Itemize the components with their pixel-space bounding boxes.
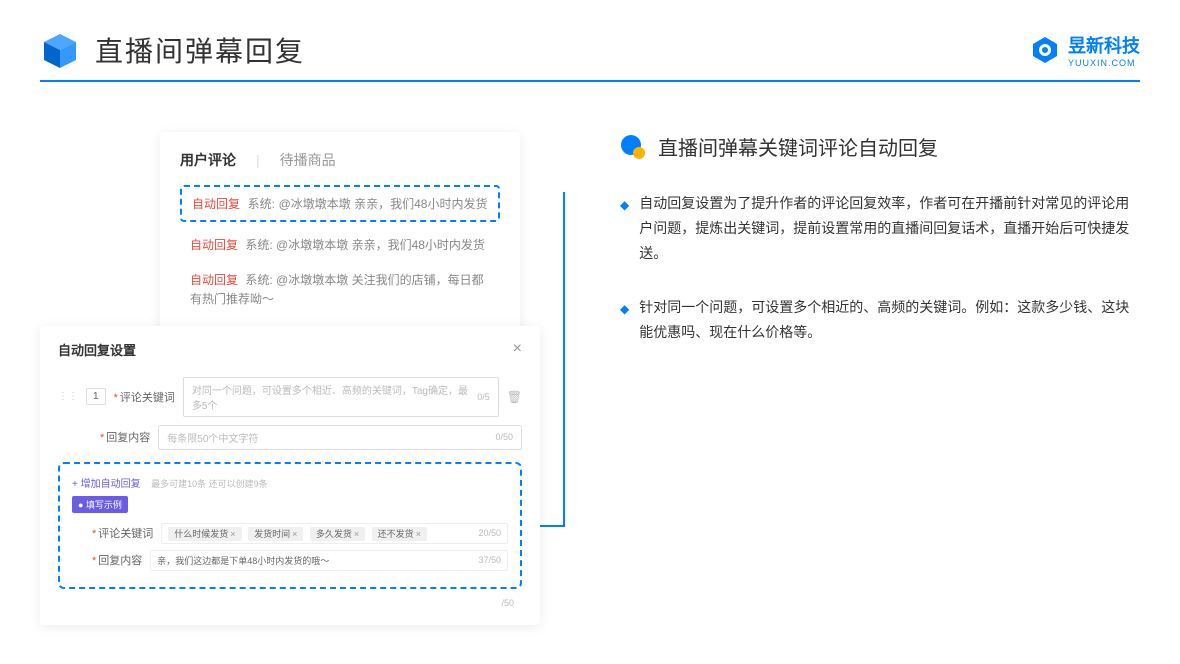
char-count: 37/50: [478, 555, 501, 565]
form-row-content: *回复内容 每条限50个中文字符 0/50: [58, 425, 522, 450]
content-input[interactable]: 每条限50个中文字符 0/50: [158, 425, 522, 450]
content-label: *回复内容: [100, 429, 150, 445]
comment-text: @冰墩墩本墩 亲亲，我们48小时内发货: [276, 238, 485, 252]
auto-reply-tag: 自动回复: [192, 197, 240, 211]
auto-reply-tag: 自动回复: [190, 238, 238, 252]
comments-card: 用户评论 | 待播商品 自动回复 系统: @冰墩墩本墩 亲亲，我们48小时内发货…: [160, 132, 520, 336]
drag-handle-icon[interactable]: ⋮⋮: [58, 391, 78, 402]
tag-item: 什么时候发货×: [168, 527, 241, 541]
comment-row: 自动回复 系统: @冰墩墩本墩 亲亲，我们48小时内发货: [180, 228, 500, 263]
row-number: 1: [86, 388, 106, 405]
right-column: 直播间弹幕关键词评论自动回复 ◆ 自动回复设置为了提升作者的评论回复效率，作者可…: [600, 132, 1140, 625]
logo-right: 昱新科技 YUUXIN.COM: [1030, 32, 1140, 68]
tab-divider: |: [256, 152, 260, 168]
left-column: 用户评论 | 待播商品 自动回复 系统: @冰墩墩本墩 亲亲，我们48小时内发货…: [40, 132, 540, 625]
bullet-text: 自动回复设置为了提升作者的评论回复效率，作者可在开播前针对常见的评论用户问题，提…: [639, 191, 1140, 267]
example-block: + 增加自动回复 最多可建10条 还可以创建9条 ● 填写示例 *评论关键词 什…: [58, 462, 522, 589]
bullet-item: ◆ 自动回复设置为了提升作者的评论回复效率，作者可在开播前针对常见的评论用户问题…: [620, 191, 1140, 267]
example-content-input[interactable]: 亲，我们这边都是下单48小时内发货的哦～ 37/50: [150, 550, 508, 571]
close-icon[interactable]: ×: [513, 340, 522, 358]
system-label: 系统:: [245, 238, 272, 252]
section-title-text: 直播间弹幕关键词评论自动回复: [658, 132, 938, 161]
page-title: 直播间弹幕回复: [95, 30, 305, 70]
logo-text: 昱新科技: [1068, 36, 1140, 56]
example-keyword-label: *评论关键词: [92, 525, 153, 541]
example-content-label: *回复内容: [92, 552, 142, 568]
example-content-value: 亲，我们这边都是下单48小时内发货的哦～: [157, 554, 329, 567]
example-keyword-row: *评论关键词 什么时候发货× 发货时间× 多久发货× 还不发货× 20/50: [72, 523, 508, 544]
keyword-input[interactable]: 对同一个问题，可设置多个相近、高频的关键词，Tag确定，最多5个 0/5: [183, 377, 499, 417]
example-keyword-input[interactable]: 什么时候发货× 发货时间× 多久发货× 还不发货× 20/50: [161, 523, 508, 544]
settings-card: 自动回复设置 × ⋮⋮ 1 *评论关键词 对同一个问题，可设置多个相近、高频的关…: [40, 326, 540, 625]
trailing-count: /50: [501, 598, 514, 608]
tabs: 用户评论 | 待播商品: [180, 150, 500, 170]
section-title-row: 直播间弹幕关键词评论自动回复: [620, 132, 1140, 161]
example-label: ● 填写示例: [72, 496, 128, 513]
system-label: 系统:: [245, 273, 272, 287]
tag-item: 发货时间×: [248, 527, 303, 541]
keyword-label: *评论关键词: [114, 389, 175, 405]
add-auto-reply-link[interactable]: + 增加自动回复: [72, 479, 141, 490]
tag-item: 多久发货×: [310, 527, 365, 541]
tab-user-comments[interactable]: 用户评论: [180, 150, 236, 170]
logo-subtext: YUUXIN.COM: [1068, 58, 1140, 68]
header-left: 直播间弹幕回复: [40, 30, 305, 70]
trash-icon[interactable]: 🗑: [507, 390, 522, 404]
placeholder-text: 对同一个问题，可设置多个相近、高频的关键词，Tag确定，最多5个: [192, 382, 477, 412]
bullet-text: 针对同一个问题，可设置多个相近的、高频的关键词。例如：这款多少钱、这块能优惠吗、…: [639, 295, 1140, 345]
char-count: 0/50: [495, 432, 513, 442]
add-hint: 最多可建10条 还可以创建9条: [151, 479, 268, 489]
example-content-row: *回复内容 亲，我们这边都是下单48小时内发货的哦～ 37/50: [72, 550, 508, 571]
comment-row: 自动回复 系统: @冰墩墩本墩 关注我们的店铺，每日都有热门推荐呦～: [180, 263, 500, 317]
placeholder-text: 每条限50个中文字符: [167, 430, 258, 445]
form-row-keyword: ⋮⋮ 1 *评论关键词 对同一个问题，可设置多个相近、高频的关键词，Tag确定，…: [58, 377, 522, 417]
header: 直播间弹幕回复 昱新科技 YUUXIN.COM: [0, 0, 1180, 80]
content: 用户评论 | 待播商品 自动回复 系统: @冰墩墩本墩 亲亲，我们48小时内发货…: [0, 82, 1180, 655]
char-count: 20/50: [478, 528, 501, 538]
settings-header: 自动回复设置 ×: [58, 340, 522, 369]
tag-item: 还不发货×: [372, 527, 427, 541]
cube-icon: [40, 30, 80, 70]
chat-bubble-icon: [620, 134, 646, 160]
logo-icon: [1030, 35, 1060, 65]
highlighted-comment: 自动回复 系统: @冰墩墩本墩 亲亲，我们48小时内发货: [180, 185, 500, 222]
char-count: 0/5: [477, 392, 490, 402]
diamond-icon: ◆: [620, 299, 629, 345]
system-label: 系统:: [248, 197, 275, 211]
diamond-icon: ◆: [620, 195, 629, 267]
add-auto-reply-row: + 增加自动回复 最多可建10条 还可以创建9条: [72, 474, 508, 492]
settings-title: 自动回复设置: [58, 340, 136, 359]
tab-pending-products[interactable]: 待播商品: [280, 150, 336, 170]
bullet-item: ◆ 针对同一个问题，可设置多个相近的、高频的关键词。例如：这款多少钱、这块能优惠…: [620, 295, 1140, 345]
comment-text: @冰墩墩本墩 亲亲，我们48小时内发货: [279, 197, 488, 211]
auto-reply-tag: 自动回复: [190, 273, 238, 287]
